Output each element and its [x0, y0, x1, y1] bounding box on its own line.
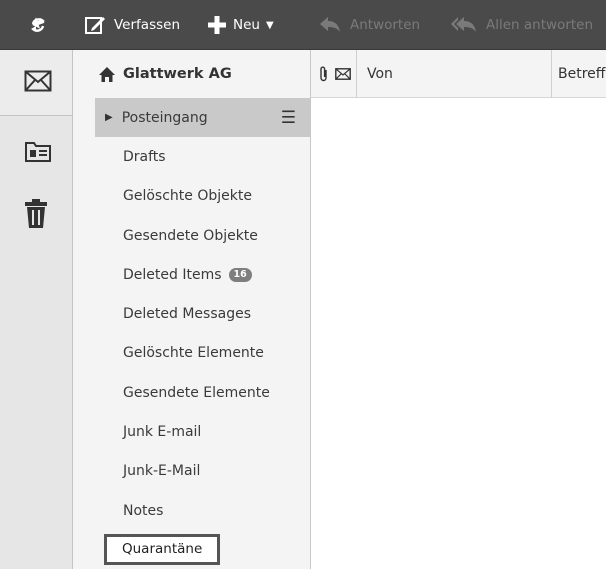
read-status-column-header[interactable]: [335, 50, 351, 98]
folder-item-gesendete-objekte[interactable]: Gesendete Objekte: [73, 216, 310, 255]
account-header[interactable]: Glattwerk AG: [73, 50, 310, 98]
folder-item-notes[interactable]: Notes: [73, 491, 310, 530]
compose-button[interactable]: Verfassen: [84, 0, 180, 50]
module-rail: [0, 50, 73, 569]
folder-item-geloeschte-elemente[interactable]: Gelöschte Elemente: [73, 334, 310, 373]
account-name: Glattwerk AG: [123, 66, 232, 82]
folder-label: Drafts: [123, 148, 166, 165]
reply-label: Antworten: [350, 17, 421, 33]
new-button[interactable]: Neu ▼: [207, 0, 274, 50]
folder-item-junk-e-mail[interactable]: Junk E-mail: [73, 412, 310, 451]
contacts-icon[interactable]: [24, 139, 52, 163]
reply-all-button[interactable]: Allen antworten: [450, 0, 593, 50]
attachment-column-header[interactable]: [319, 50, 329, 98]
column-divider: [356, 50, 357, 98]
folder-item-gesendete-elemente[interactable]: Gesendete Elemente: [73, 373, 310, 412]
folder-label: Gelöschte Elemente: [123, 345, 264, 362]
compose-icon: [85, 17, 105, 34]
folder-label: Posteingang: [121, 109, 208, 126]
folder-item-quarantaene[interactable]: Quarantäne: [73, 530, 310, 569]
folder-item-junk-e-mail-de[interactable]: Junk-E-Mail: [73, 452, 310, 491]
folder-item-drafts[interactable]: Drafts: [73, 137, 310, 176]
mail-icon: [24, 70, 52, 92]
from-column-label: Von: [367, 66, 393, 82]
folder-label: Deleted Items: [123, 266, 222, 283]
folder-label: Junk E-mail: [123, 424, 202, 441]
reply-all-label: Allen antworten: [486, 17, 594, 33]
folder-label: Gelöschte Objekte: [123, 188, 252, 205]
hamburger-menu-icon[interactable]: ☰: [281, 108, 296, 128]
envelope-icon: [335, 68, 351, 80]
compose-label: Verfassen: [114, 17, 180, 33]
expand-arrow-icon[interactable]: ▶: [105, 112, 113, 123]
refresh-button[interactable]: [28, 0, 48, 50]
column-divider: [551, 50, 552, 98]
folder-label: Quarantäne: [104, 534, 221, 566]
home-icon: [99, 66, 115, 82]
toolbar: Verfassen Neu ▼ Antworten Allen antworte…: [0, 0, 606, 50]
chevron-down-icon: ▼: [265, 19, 274, 31]
subject-column-label: Betreff: [558, 66, 606, 82]
folder-label: Deleted Messages: [123, 306, 251, 323]
new-label: Neu: [233, 17, 260, 33]
plus-icon: [208, 16, 226, 34]
subject-column-header[interactable]: Betreff: [558, 50, 605, 98]
reply-all-icon: [451, 17, 476, 32]
refresh-icon: [31, 17, 45, 32]
message-list-header: Von Betreff: [311, 50, 606, 98]
trash-icon[interactable]: [24, 199, 48, 229]
folder-label: Gesendete Elemente: [123, 384, 270, 401]
folder-label: Junk-E-Mail: [123, 463, 201, 480]
folder-item-deleted-messages[interactable]: Deleted Messages: [73, 294, 310, 333]
mail-module-tab[interactable]: [0, 50, 72, 116]
from-column-header[interactable]: Von: [367, 50, 393, 98]
folder-list: ▶ Posteingang ☰ Drafts Gelöschte Objekte…: [73, 98, 310, 569]
folder-item-geloeschte-objekte[interactable]: Gelöschte Objekte: [73, 177, 310, 216]
message-list: Von Betreff: [311, 50, 606, 569]
folder-label: Notes: [123, 502, 164, 519]
folder-item-deleted-items[interactable]: Deleted Items 16: [73, 255, 310, 294]
folder-label: Gesendete Objekte: [123, 227, 258, 244]
unread-count-badge: 16: [228, 267, 252, 282]
reply-button[interactable]: Antworten: [318, 0, 420, 50]
reply-icon: [320, 17, 340, 32]
paperclip-icon: [320, 66, 327, 82]
folder-pane: Glattwerk AG ▶ Posteingang ☰ Drafts Gelö…: [73, 50, 311, 569]
folder-item-posteingang[interactable]: ▶ Posteingang ☰: [95, 98, 310, 138]
